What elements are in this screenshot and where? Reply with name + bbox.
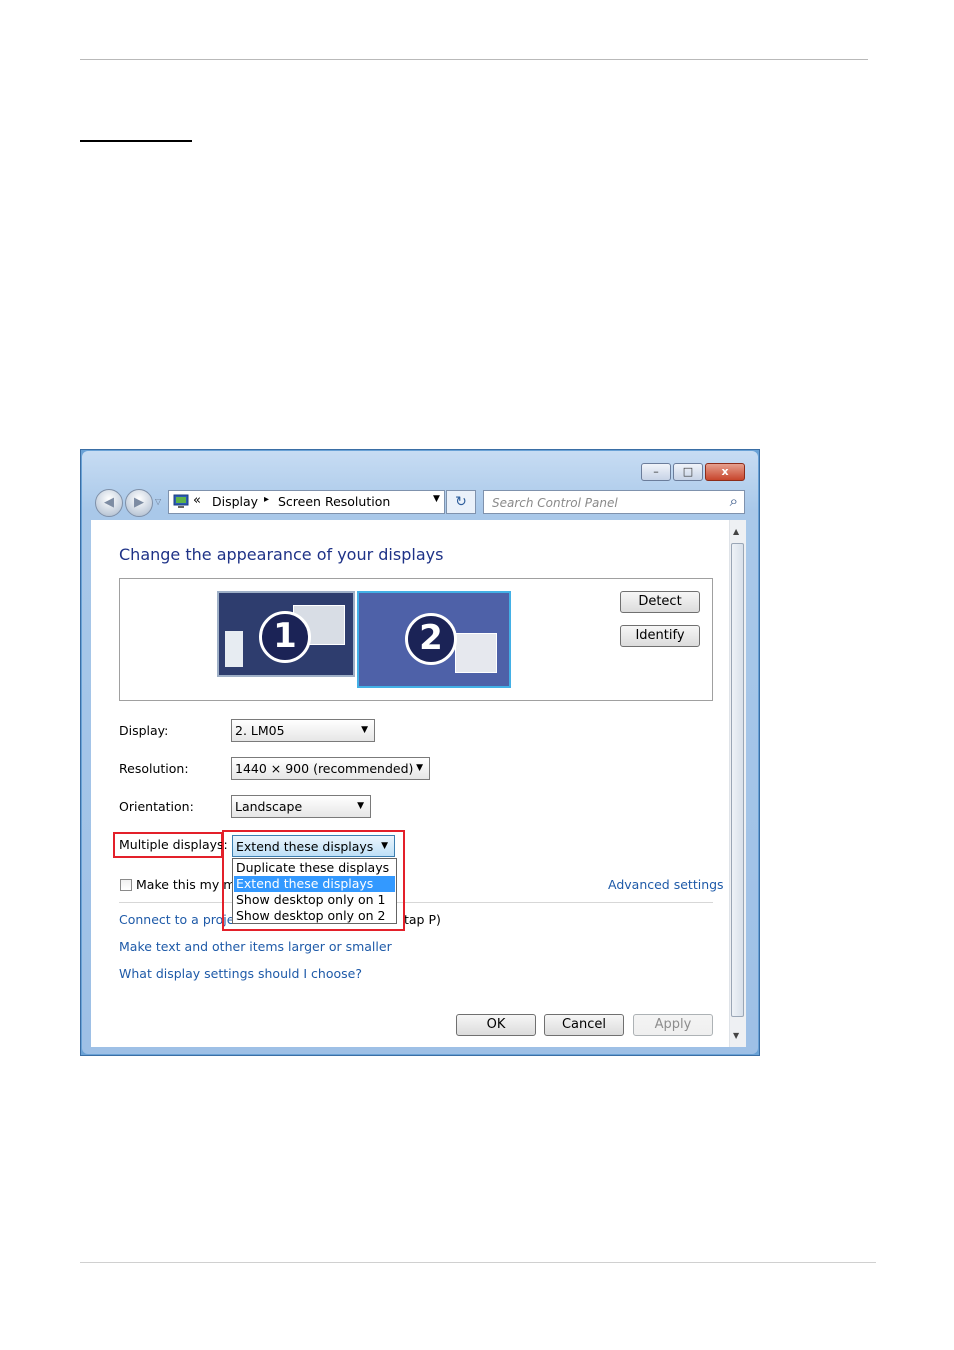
monitor-1-number-badge: 1 (259, 611, 311, 663)
cancel-button[interactable]: Cancel (544, 1014, 624, 1036)
resolution-select[interactable]: 1440 × 900 (recommended) ▼ (231, 757, 430, 780)
monitor-1-thumbnail[interactable]: 1 (217, 591, 355, 677)
monitor-2-calendar-graphic (455, 633, 497, 673)
orientation-label: Orientation: (119, 799, 194, 814)
search-box[interactable]: ⌕ (483, 490, 745, 514)
refresh-button[interactable]: ↻ (446, 490, 476, 514)
search-input[interactable] (490, 492, 722, 514)
scrollbar-thumb[interactable] (731, 543, 744, 1017)
monitor-1-start-menu-graphic (225, 631, 243, 667)
main-display-checkbox[interactable] (120, 879, 132, 891)
control-panel-display-icon (173, 494, 189, 508)
connect-projector-link-tail: tap P) (404, 912, 441, 927)
address-bar[interactable]: « Display ▸ Screen Resolution ▼ (168, 490, 445, 514)
orientation-select[interactable]: Landscape ▼ (231, 795, 371, 818)
maximize-icon: □ (682, 465, 694, 478)
resolution-label: Resolution: (119, 761, 189, 776)
identify-button[interactable]: Identify (620, 625, 700, 647)
scroll-down-arrow-icon[interactable]: ▼ (733, 1031, 739, 1040)
display-label: Display: (119, 723, 169, 738)
maximize-button[interactable]: □ (673, 463, 703, 481)
monitor-2-number-badge: 2 (405, 613, 457, 665)
close-icon: x (721, 465, 729, 478)
resolution-select-value: 1440 × 900 (recommended) (235, 761, 414, 776)
dropdown-highlight-box (222, 830, 405, 931)
chevron-down-icon: ▼ (416, 763, 423, 773)
breadcrumb-item-screen-resolution[interactable]: Screen Resolution (278, 494, 390, 509)
chevron-down-icon: ▼ (357, 801, 364, 811)
advanced-settings-link[interactable]: Advanced settings (608, 877, 724, 892)
scroll-up-arrow-icon[interactable]: ▲ (733, 527, 739, 536)
multiple-displays-label: Multiple displays: (119, 837, 228, 852)
recent-pages-chevron-icon[interactable]: ▽ (155, 497, 161, 506)
back-arrow-icon: ◀ (104, 495, 114, 510)
display-help-link[interactable]: What display settings should I choose? (119, 966, 362, 981)
page-footer-rule (80, 1262, 876, 1263)
apply-button[interactable]: Apply (633, 1014, 713, 1036)
section-heading-underline (80, 140, 192, 142)
display-select[interactable]: 2. LM05 ▼ (231, 719, 375, 742)
back-button[interactable]: ◀ (95, 489, 123, 517)
display-select-value: 2. LM05 (235, 723, 285, 738)
close-button[interactable]: x (705, 463, 745, 481)
page-header-rule (80, 59, 868, 60)
page-title: Change the appearance of your displays (119, 545, 444, 564)
search-icon[interactable]: ⌕ (730, 492, 738, 510)
monitor-2-thumbnail[interactable]: 2 (357, 591, 511, 688)
breadcrumb-overflow-chevron[interactable]: « (193, 493, 201, 508)
forward-arrow-icon: ▶ (134, 495, 144, 510)
forward-button[interactable]: ▶ (125, 489, 153, 517)
address-history-dropdown-icon[interactable]: ▼ (433, 494, 440, 504)
chevron-down-icon: ▼ (361, 725, 368, 735)
minimize-icon: – (653, 465, 659, 478)
breadcrumb-separator-icon[interactable]: ▸ (264, 494, 269, 505)
text-size-link[interactable]: Make text and other items larger or smal… (119, 939, 392, 954)
orientation-select-value: Landscape (235, 799, 303, 814)
detect-button[interactable]: Detect (620, 591, 700, 613)
breadcrumb-item-display[interactable]: Display (212, 494, 258, 509)
refresh-icon: ↻ (455, 494, 467, 510)
minimize-button[interactable]: – (641, 463, 671, 481)
section-divider (119, 902, 713, 903)
ok-button[interactable]: OK (456, 1014, 536, 1036)
